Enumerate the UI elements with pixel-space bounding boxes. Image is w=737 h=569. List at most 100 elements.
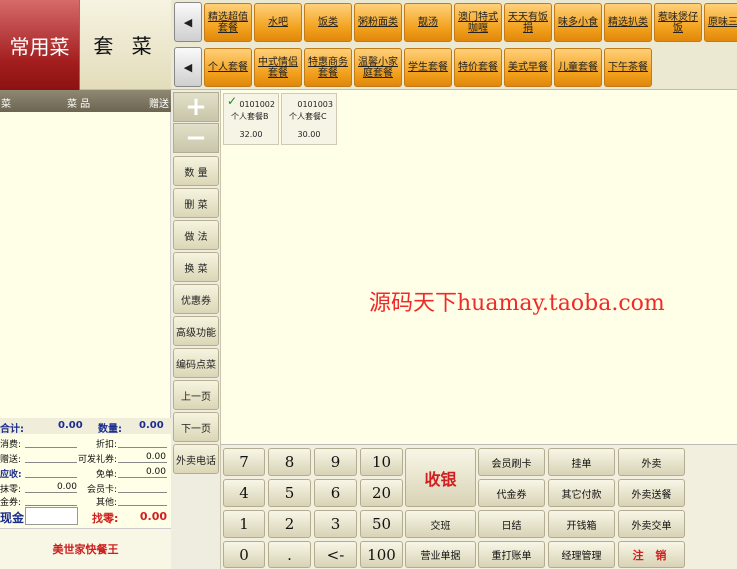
category-button[interactable]: 粥粉面类	[354, 3, 402, 42]
qty-label: 数量:	[98, 424, 122, 435]
key-10[interactable]: 10	[360, 448, 403, 476]
function-column: + − 数 量 删 菜 做 法 换 菜 优惠券 高级功能 编码点菜 上一页 下一…	[171, 90, 221, 569]
order-list-header: 菜 菜 品 赠送	[0, 90, 171, 112]
keypad: 7 8 9 10 4 5 6 20 1 2 3 50 0 . <- 100 收银…	[221, 444, 737, 569]
open-drawer-button[interactable]: 开钱箱	[548, 510, 615, 538]
cooking-method-button[interactable]: 做 法	[173, 220, 219, 250]
watermark-text: 源码天下huamay.taoba.com	[369, 291, 665, 316]
coupon-label: 金券:	[0, 498, 22, 508]
key-0[interactable]: 0	[223, 541, 265, 568]
key-dot[interactable]: .	[268, 541, 311, 568]
selected-check-icon: ✓	[227, 94, 238, 108]
other-payment-button[interactable]: 其它付款	[548, 479, 615, 507]
key-6[interactable]: 6	[314, 479, 357, 507]
totals-row: 合计: 0.00 数量: 0.00	[0, 418, 171, 435]
category-button[interactable]: 原味三治	[704, 3, 737, 42]
discount-label: 折扣:	[96, 440, 118, 450]
change-value: 0.00	[139, 510, 167, 523]
takeout-submit-button[interactable]: 外卖交单	[618, 510, 685, 538]
key-100[interactable]: 100	[360, 541, 403, 568]
sales-report-button[interactable]: 营业单据	[405, 541, 476, 568]
dish-price: 30.00	[297, 130, 321, 139]
category-button[interactable]: 靓汤	[404, 3, 452, 42]
key-5[interactable]: 5	[268, 479, 311, 507]
category-button[interactable]: 惹味煲仔饭	[654, 3, 702, 42]
key-9[interactable]: 9	[314, 448, 357, 476]
subcategory-button[interactable]: 特价套餐	[454, 48, 502, 87]
order-list[interactable]	[0, 112, 171, 418]
voucher-value: 0.00	[145, 452, 166, 462]
key-2[interactable]: 2	[268, 510, 311, 538]
takeout-phone-button[interactable]: 外卖电话	[173, 444, 219, 474]
category-button[interactable]: 天天有饭捐	[504, 3, 552, 42]
category-button[interactable]: 精选扒类	[604, 3, 652, 42]
key-1[interactable]: 1	[223, 510, 265, 538]
dish-card[interactable]: ✓ 0101002 个人套餐B 32.00	[223, 93, 279, 145]
tab-common-dishes[interactable]: 常用菜	[0, 0, 80, 90]
subcategory-button[interactable]: 儿童套餐	[554, 48, 602, 87]
key-50[interactable]: 50	[360, 510, 403, 538]
other-label: 其他:	[96, 498, 118, 508]
category-row-1: ◀ 精选超值套餐 水吧 饭类 粥粉面类 靓汤 澳门特式咖喱 天天有饭捐 味多小食…	[171, 0, 737, 45]
key-3[interactable]: 3	[314, 510, 357, 538]
member-card-button[interactable]: 会员刷卡	[478, 448, 545, 476]
category-row-2: ◀ 个人套餐 中式情侣套餐 特惠商务套餐 温馨小家庭套餐 学生套餐 特价套餐 美…	[171, 45, 737, 90]
prev-page-button[interactable]: 上一页	[173, 380, 219, 410]
key-4[interactable]: 4	[223, 479, 265, 507]
col-header-left: 菜	[1, 99, 11, 110]
key-20[interactable]: 20	[360, 479, 403, 507]
category-button[interactable]: 饭类	[304, 3, 352, 42]
logout-button[interactable]: 注 销	[618, 541, 685, 568]
free-label: 免单:	[96, 470, 118, 480]
subcategory-button[interactable]: 个人套餐	[204, 48, 252, 87]
cashier-button[interactable]: 收银	[405, 448, 476, 507]
member-card-label: 会员卡:	[87, 485, 118, 495]
subcategory-button[interactable]: 中式情侣套餐	[254, 48, 302, 87]
dish-grid: ✓ 0101002 个人套餐B 32.00 0101003 个人套餐C 30.0…	[221, 90, 737, 444]
handover-button[interactable]: 交班	[405, 510, 476, 538]
subcategory-button[interactable]: 学生套餐	[404, 48, 452, 87]
consume-label: 消费:	[0, 440, 22, 450]
total-value: 0.00	[58, 420, 83, 431]
next-page-button[interactable]: 下一页	[173, 412, 219, 442]
category-button[interactable]: 水吧	[254, 3, 302, 42]
dish-card[interactable]: 0101003 个人套餐C 30.00	[281, 93, 337, 145]
qty-value: 0.00	[139, 420, 164, 431]
decrease-button[interactable]: −	[173, 123, 219, 153]
delete-dish-button[interactable]: 删 菜	[173, 188, 219, 218]
category-button[interactable]: 澳门特式咖喱	[454, 3, 502, 42]
increase-button[interactable]: +	[173, 92, 219, 122]
coupon-button[interactable]: 优惠券	[173, 284, 219, 314]
subcategory-button[interactable]: 下午茶餐	[604, 48, 652, 87]
key-7[interactable]: 7	[223, 448, 265, 476]
swap-dish-button[interactable]: 换 菜	[173, 252, 219, 282]
subcategory-prev-button[interactable]: ◀	[174, 47, 202, 87]
quantity-button[interactable]: 数 量	[173, 156, 219, 186]
category-button[interactable]: 精选超值套餐	[204, 3, 252, 42]
dish-name: 个人套餐B	[231, 112, 269, 121]
tab-set-meals[interactable]: 套 菜	[80, 0, 171, 90]
free-value: 0.00	[145, 467, 166, 477]
takeout-button[interactable]: 外卖	[618, 448, 685, 476]
brand-name: 美世家快餐王	[0, 528, 171, 569]
subcategory-button[interactable]: 美式早餐	[504, 48, 552, 87]
advanced-functions-button[interactable]: 高级功能	[173, 316, 219, 346]
col-header-dish: 菜 品	[67, 99, 91, 110]
subcategory-button[interactable]: 特惠商务套餐	[304, 48, 352, 87]
key-backspace[interactable]: <-	[314, 541, 357, 568]
takeout-delivery-button[interactable]: 外卖送餐	[618, 479, 685, 507]
col-header-gift: 赠送	[149, 99, 169, 110]
voucher-button[interactable]: 代金券	[478, 479, 545, 507]
change-label: 找零:	[92, 512, 119, 525]
code-order-button[interactable]: 编码点菜	[173, 348, 219, 378]
reprint-bill-button[interactable]: 重打账单	[478, 541, 545, 568]
category-prev-button[interactable]: ◀	[174, 2, 202, 42]
key-8[interactable]: 8	[268, 448, 311, 476]
category-button[interactable]: 味多小食	[554, 3, 602, 42]
wipe-label: 抹零:	[0, 485, 22, 495]
hold-order-button[interactable]: 挂单	[548, 448, 615, 476]
daily-close-button[interactable]: 日结	[478, 510, 545, 538]
manager-button[interactable]: 经理管理	[548, 541, 615, 568]
cash-input[interactable]	[25, 507, 78, 525]
subcategory-button[interactable]: 温馨小家庭套餐	[354, 48, 402, 87]
